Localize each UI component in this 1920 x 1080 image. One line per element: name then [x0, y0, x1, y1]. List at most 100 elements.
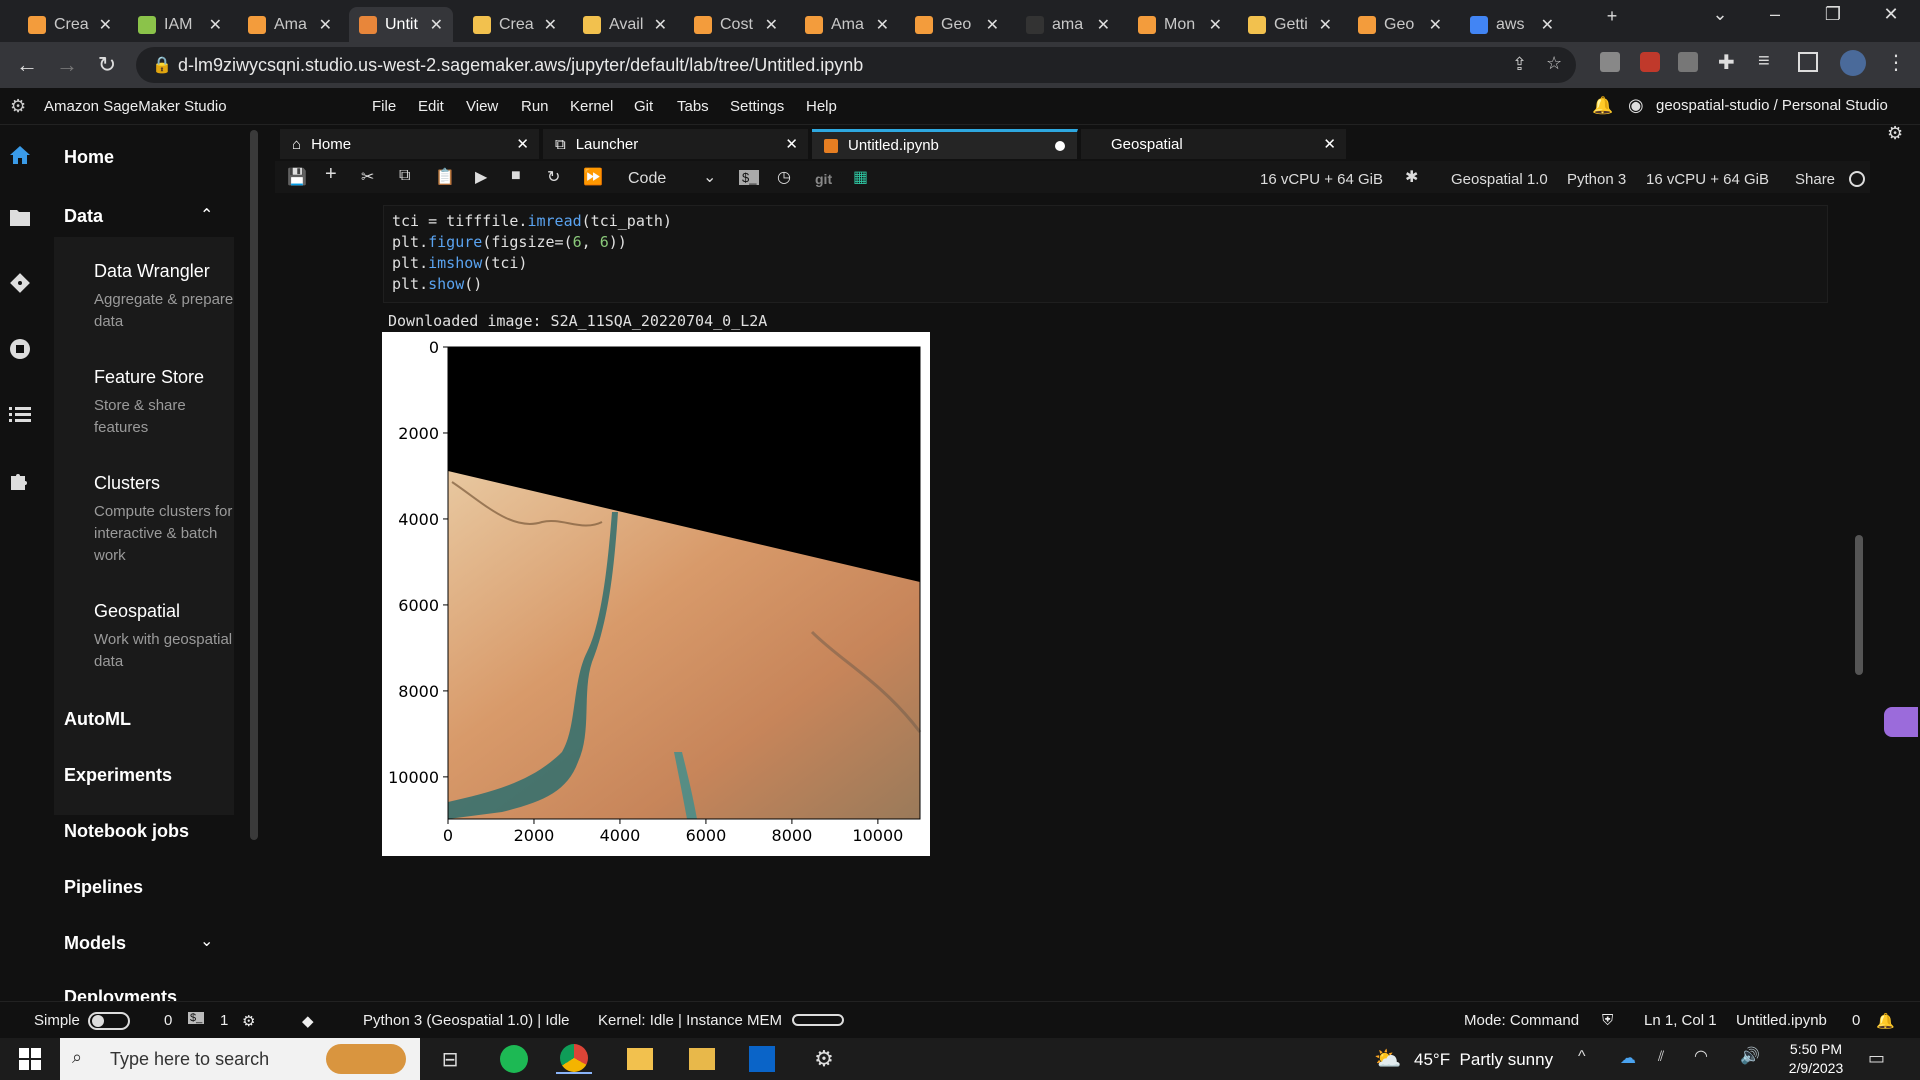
close-tab-icon[interactable]: ✕: [1541, 15, 1554, 35]
close-icon[interactable]: ✕: [516, 135, 529, 153]
copy-icon[interactable]: ⧉: [399, 167, 410, 185]
browser-tab[interactable]: IAM ✕: [128, 7, 232, 42]
sidebar-notebook-jobs[interactable]: Notebook jobs: [64, 821, 189, 842]
close-icon[interactable]: ✕: [1323, 135, 1336, 153]
address-bar[interactable]: 🔒 d-lm9ziwycsqni.studio.us-west-2.sagema…: [136, 47, 1576, 83]
puzzle-icon[interactable]: ✚: [1718, 50, 1735, 75]
browser-tab[interactable]: Geo ✕: [1348, 7, 1452, 42]
maximize-icon[interactable]: ❐: [1813, 4, 1853, 25]
sidebar-item-geospatial[interactable]: Geospatial: [94, 601, 180, 622]
terminal-icon[interactable]: $_: [188, 1012, 205, 1024]
browser-tab[interactable]: Crea ✕: [18, 7, 122, 42]
outlook-icon[interactable]: [744, 1044, 780, 1074]
sidebar-experiments[interactable]: Experiments: [64, 765, 172, 786]
media-icon[interactable]: ≡: [1758, 50, 1770, 73]
unsaved-dot-icon[interactable]: [1055, 140, 1065, 151]
instance-label[interactable]: 16 vCPU + 64 GiB: [1260, 171, 1383, 188]
paste-icon[interactable]: 📋: [435, 167, 455, 187]
sidebar-data[interactable]: Data: [64, 206, 103, 227]
close-tab-icon[interactable]: ✕: [986, 15, 999, 35]
close-tab-icon[interactable]: ✕: [430, 15, 443, 35]
menu-item-file[interactable]: File: [372, 98, 396, 115]
browser-tab[interactable]: Crea ✕: [463, 7, 567, 42]
network-icon[interactable]: ⫽: [1658, 1048, 1664, 1065]
browser-tab[interactable]: aws ✕: [1460, 7, 1564, 42]
weather-text[interactable]: 45°F Partly sunny: [1414, 1050, 1553, 1070]
running-terminals-icon[interactable]: [6, 335, 34, 363]
property-inspector-icon[interactable]: ⚙: [1887, 123, 1903, 144]
tab-geospatial[interactable]: Geospatial ✕: [1081, 129, 1347, 159]
reload-icon[interactable]: ↻: [92, 52, 122, 78]
close-tab-icon[interactable]: ✕: [876, 15, 889, 35]
browser-tab[interactable]: Ama ✕: [238, 7, 342, 42]
tab-search-icon[interactable]: ⌄: [1700, 4, 1740, 25]
extension-icon[interactable]: [1678, 52, 1698, 72]
folder-icon[interactable]: [6, 203, 34, 231]
cut-icon[interactable]: ✂: [361, 167, 374, 187]
image-label[interactable]: Geospatial 1.0: [1451, 171, 1548, 188]
chevron-up-icon[interactable]: ^: [1578, 1048, 1586, 1066]
fast-forward-icon[interactable]: ⏩: [583, 167, 603, 187]
save-icon[interactable]: 💾: [287, 167, 307, 187]
wifi-icon[interactable]: ◠: [1694, 1046, 1708, 1066]
close-tab-icon[interactable]: ✕: [319, 15, 332, 35]
file-explorer-icon[interactable]: [622, 1044, 658, 1074]
menu-kebab-icon[interactable]: ⋮: [1886, 50, 1906, 75]
user-label[interactable]: geospatial-studio / Personal Studio: [1656, 97, 1888, 114]
browser-tab[interactable]: Ama ✕: [795, 7, 899, 42]
close-icon[interactable]: ✕: [785, 135, 798, 153]
close-tab-icon[interactable]: ✕: [765, 15, 778, 35]
share-button[interactable]: Share: [1795, 171, 1835, 188]
share-icon[interactable]: ⇪: [1512, 54, 1527, 75]
browser-tab[interactable]: Untit ✕: [349, 7, 453, 42]
git-icon[interactable]: ◆: [302, 1012, 314, 1030]
close-tab-icon[interactable]: ✕: [99, 15, 112, 35]
browser-tab[interactable]: Geo ✕: [905, 7, 1009, 42]
close-tab-icon[interactable]: ✕: [654, 15, 667, 35]
kernel-label[interactable]: Python 3: [1567, 171, 1626, 188]
sidebar-automl[interactable]: AutoML: [64, 709, 131, 730]
sidebar-deployments[interactable]: Deployments: [64, 987, 177, 1001]
settings-icon[interactable]: ⚙: [242, 1012, 255, 1030]
tab-untitled-ipynb[interactable]: Untitled.ipynb: [812, 129, 1078, 159]
clock-icon[interactable]: ◷: [777, 167, 791, 187]
new-tab-button[interactable]: +: [1592, 6, 1632, 27]
clock-time[interactable]: 5:50 PM: [1786, 1041, 1846, 1057]
tab-home[interactable]: ⌂ Home ✕: [280, 129, 540, 159]
restart-icon[interactable]: ↻: [547, 167, 560, 187]
close-tab-icon[interactable]: ✕: [1097, 15, 1110, 35]
menu-item-run[interactable]: Run: [521, 98, 549, 115]
stop-icon[interactable]: ■: [511, 167, 521, 185]
chat-feedback-button[interactable]: [1884, 707, 1918, 737]
chrome-icon[interactable]: [556, 1044, 592, 1074]
git-icon[interactable]: git: [815, 171, 832, 187]
notification-bell-icon[interactable]: 🔔: [1592, 96, 1613, 116]
settings-gear-icon[interactable]: ⚙: [806, 1044, 842, 1074]
run-icon[interactable]: ▶: [475, 167, 487, 187]
cell-type-select[interactable]: Code: [628, 170, 666, 188]
chevron-down-icon[interactable]: ⌄: [200, 931, 213, 951]
sidebar-pipelines[interactable]: Pipelines: [64, 877, 143, 898]
menu-item-help[interactable]: Help: [806, 98, 837, 115]
task-view-icon[interactable]: ⊟: [432, 1044, 468, 1074]
browser-tab[interactable]: ama ✕: [1016, 7, 1120, 42]
extension-icon[interactable]: [1600, 52, 1620, 72]
menu-item-git[interactable]: Git: [634, 98, 653, 115]
menu-item-kernel[interactable]: Kernel: [570, 98, 613, 115]
sidebar-item-data-wrangler[interactable]: Data Wrangler: [94, 261, 210, 282]
simple-mode-toggle[interactable]: [88, 1012, 130, 1030]
bookmark-star-icon[interactable]: ☆: [1546, 53, 1562, 74]
close-tab-icon[interactable]: ✕: [1429, 15, 1442, 35]
list-icon[interactable]: [6, 401, 34, 429]
tab-launcher[interactable]: ⧉ Launcher ✕: [543, 129, 809, 159]
sidebar-item-feature-store[interactable]: Feature Store: [94, 367, 204, 388]
menu-item-tabs[interactable]: Tabs: [677, 98, 709, 115]
sidebar-models[interactable]: Models: [64, 933, 126, 954]
schedule-icon[interactable]: ▦: [853, 167, 868, 187]
sidebar-item-clusters[interactable]: Clusters: [94, 473, 160, 494]
close-tab-icon[interactable]: ✕: [1209, 15, 1222, 35]
chevron-down-icon[interactable]: ⌄: [703, 167, 716, 187]
spotify-icon[interactable]: [496, 1044, 532, 1074]
menu-item-edit[interactable]: Edit: [418, 98, 444, 115]
cursor-position[interactable]: Ln 1, Col 1: [1644, 1012, 1717, 1029]
